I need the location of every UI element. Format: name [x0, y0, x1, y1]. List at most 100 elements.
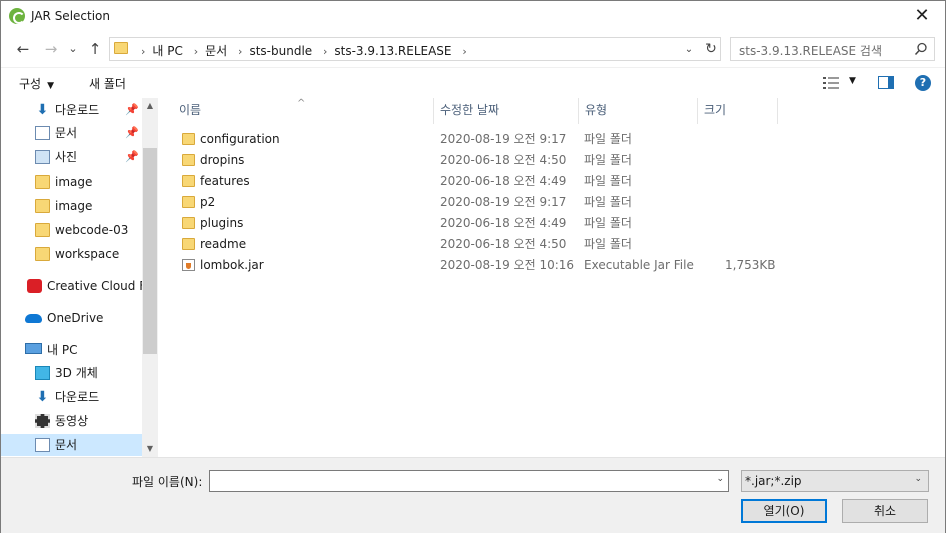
sidebar-item-image-2[interactable]: image — [1, 195, 142, 217]
column-header-size[interactable]: 크기 — [698, 98, 778, 124]
breadcrumb-separator: › — [322, 45, 328, 58]
sidebar-item-webcode-03[interactable]: webcode-03 — [1, 219, 142, 241]
organize-label: 구성 — [19, 77, 42, 91]
breadcrumb-separator: › — [462, 45, 467, 58]
sidebar-item-downloads[interactable]: ⬇ 다운로드 — [1, 386, 142, 408]
column-header-label: 수정한 날짜 — [440, 103, 500, 117]
download-arrow-icon: ⬇ — [36, 102, 49, 118]
search-icon[interactable] — [914, 42, 928, 56]
dialog-footer: 파일 이름(N): ⌄ *.jar;*.zip ⌄ 열기(O) 취소 — [1, 457, 945, 533]
column-header-date[interactable]: 수정한 날짜 — [434, 98, 579, 124]
sidebar-item-label: 문서 — [55, 438, 78, 452]
folder-icon — [182, 175, 195, 187]
onedrive-cloud-icon — [25, 314, 42, 323]
column-header-name[interactable]: ^ 이름 — [159, 98, 434, 124]
folder-icon — [114, 42, 128, 54]
open-button[interactable]: 열기(O) — [741, 499, 827, 523]
file-row[interactable]: lombok.jar 2020-08-19 오전 10:16 Executabl… — [159, 255, 945, 276]
sidebar-item-documents[interactable]: 문서 — [1, 434, 142, 456]
refresh-button[interactable]: ↻ — [701, 39, 721, 59]
file-dialog-window: JAR Selection ✕ ← → ⌄ ↑ › 내 PC › 문서 › sts-b… — [0, 0, 946, 533]
file-row[interactable]: configuration 2020-08-19 오전 9:17 파일 폴더 — [159, 129, 945, 150]
folder-icon — [182, 196, 195, 208]
filename-label: 파일 이름(N): — [132, 475, 203, 489]
pin-icon: 📌 — [125, 103, 139, 116]
search-input[interactable]: sts-3.9.13.RELEASE 검색 — [730, 37, 935, 61]
file-row[interactable]: p2 2020-08-19 오전 9:17 파일 폴더 — [159, 192, 945, 213]
computer-icon — [25, 343, 42, 354]
sidebar-item-label: workspace — [55, 247, 120, 261]
file-row[interactable]: readme 2020-06-18 오전 4:50 파일 폴더 — [159, 234, 945, 255]
pictures-icon — [35, 150, 50, 164]
document-icon — [35, 126, 50, 140]
breadcrumb-item-sts-release[interactable]: sts-3.9.13.RELEASE — [334, 44, 451, 58]
folder-icon — [182, 238, 195, 250]
document-icon — [35, 438, 50, 452]
file-name: lombok.jar — [200, 258, 264, 272]
file-type-filter-value: *.jar;*.zip — [745, 474, 802, 488]
file-row[interactable]: features 2020-06-18 오전 4:49 파일 폴더 — [159, 171, 945, 192]
sidebar-item-creative-cloud[interactable]: Creative Cloud Fil — [1, 275, 142, 297]
sidebar-item-label: Creative Cloud Fil — [47, 279, 142, 293]
pin-icon: 📌 — [125, 150, 139, 163]
up-folder-button[interactable]: ↑ — [85, 39, 105, 59]
sort-ascending-icon: ^ — [297, 98, 306, 109]
breadcrumb-item-my-pc[interactable]: 내 PC — [152, 44, 182, 58]
column-header-label: 이름 — [179, 103, 202, 117]
close-button[interactable]: ✕ — [899, 1, 945, 32]
sidebar-item-downloads-quick[interactable]: ⬇ 다운로드 📌 — [1, 99, 142, 121]
column-header-type[interactable]: 유형 — [579, 98, 698, 124]
view-details-icon[interactable] — [823, 76, 839, 90]
scroll-down-arrow-icon[interactable]: ▼ — [142, 441, 158, 457]
file-name: features — [200, 174, 250, 188]
sidebar-item-documents-quick[interactable]: 문서 📌 — [1, 122, 142, 144]
file-row[interactable]: dropins 2020-06-18 오전 4:50 파일 폴더 — [159, 150, 945, 171]
cancel-button[interactable]: 취소 — [842, 499, 928, 523]
breadcrumb: › 내 PC › 문서 › sts-bundle › sts-3.9.13.RELEAS… — [134, 42, 474, 59]
scroll-up-arrow-icon[interactable]: ▲ — [142, 98, 158, 114]
preview-pane-icon[interactable] — [878, 76, 894, 89]
sidebar-item-label: webcode-03 — [55, 223, 129, 237]
file-size: 1,753KB — [725, 258, 776, 272]
sidebar-item-label: 다운로드 — [55, 390, 100, 404]
sidebar-item-videos[interactable]: 동영상 — [1, 410, 142, 432]
sidebar-item-3d-objects[interactable]: 3D 개체 — [1, 362, 142, 384]
file-type: 파일 폴더 — [584, 174, 632, 188]
address-dropdown-button[interactable]: ⌄ — [681, 42, 697, 58]
file-type: 파일 폴더 — [584, 132, 632, 146]
sidebar-item-workspace[interactable]: workspace — [1, 243, 142, 265]
sidebar-item-onedrive[interactable]: OneDrive — [1, 307, 142, 329]
breadcrumb-item-sts-bundle[interactable]: sts-bundle — [249, 44, 312, 58]
sidebar-item-image-1[interactable]: image — [1, 171, 142, 193]
sidebar-item-pictures-quick[interactable]: 사진 📌 — [1, 146, 142, 168]
sidebar-item-this-pc[interactable]: 내 PC — [1, 339, 142, 361]
navigation-pane: ⬇ 다운로드 📌 문서 📌 사진 📌 image image webcode-0… — [1, 98, 158, 457]
title-bar: JAR Selection ✕ — [1, 1, 945, 32]
recent-locations-dropdown[interactable]: ⌄ — [63, 39, 83, 59]
file-row[interactable]: plugins 2020-06-18 오전 4:49 파일 폴더 — [159, 213, 945, 234]
creative-cloud-icon — [27, 279, 42, 293]
chevron-down-icon[interactable]: ⌄ — [716, 474, 724, 484]
view-options-dropdown[interactable]: ▼ — [849, 76, 856, 86]
help-icon[interactable]: ? — [915, 75, 931, 91]
back-button[interactable]: ← — [13, 39, 33, 59]
folder-icon — [182, 154, 195, 166]
address-bar[interactable]: › 내 PC › 문서 › sts-bundle › sts-3.9.13.RELEAS… — [109, 37, 721, 61]
file-date: 2020-06-18 오전 4:49 — [440, 216, 567, 230]
pin-icon: 📌 — [125, 126, 139, 139]
folder-icon — [182, 217, 195, 229]
folder-icon — [35, 247, 50, 261]
file-type-filter-select[interactable]: *.jar;*.zip ⌄ — [741, 470, 929, 492]
search-placeholder: sts-3.9.13.RELEASE 검색 — [739, 44, 883, 58]
breadcrumb-item-documents[interactable]: 문서 — [205, 44, 227, 58]
new-folder-button[interactable]: 새 폴더 — [89, 75, 126, 92]
folder-icon — [35, 175, 50, 189]
scroll-thumb[interactable] — [143, 148, 157, 354]
film-icon — [35, 414, 50, 428]
file-type: Executable Jar File — [584, 258, 694, 272]
forward-button[interactable]: → — [41, 39, 61, 59]
filename-input[interactable]: ⌄ — [209, 470, 729, 492]
organize-menu-button[interactable]: 구성 ▼ — [19, 75, 54, 92]
navigation-scrollbar[interactable]: ▲ ▼ — [142, 98, 158, 457]
sidebar-item-label: 내 PC — [47, 343, 78, 357]
